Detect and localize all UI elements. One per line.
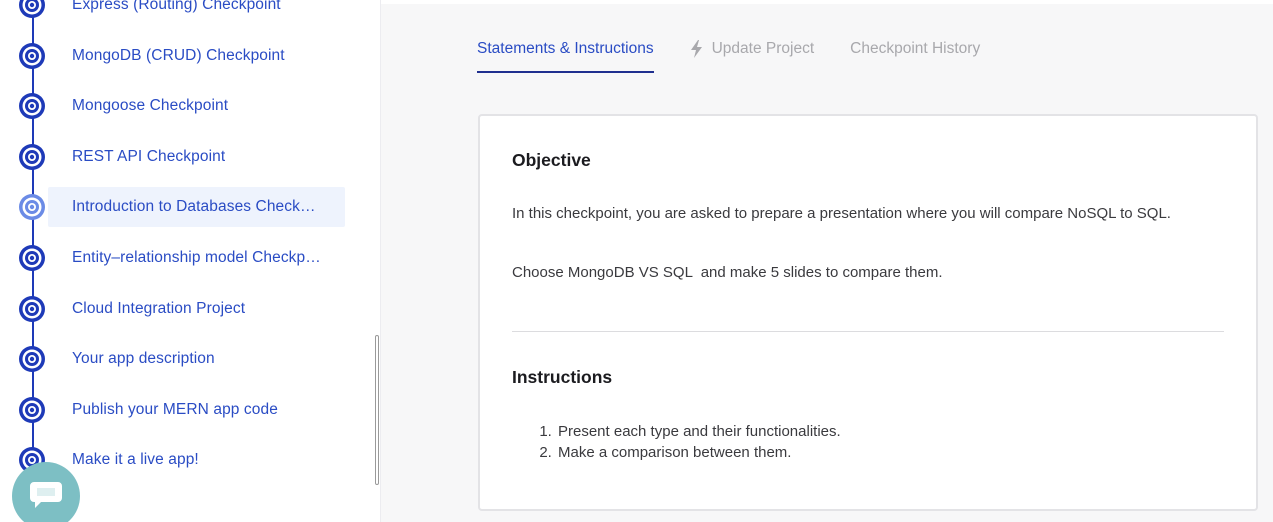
sidebar-checkpoint-item[interactable]: Cloud Integration Project xyxy=(0,289,345,329)
target-icon xyxy=(18,143,46,171)
target-icon xyxy=(18,92,46,120)
content-card: Objective In this checkpoint, you are as… xyxy=(478,114,1258,511)
checkpoint-label-container: Your app description xyxy=(48,339,345,379)
tab-label: Checkpoint History xyxy=(850,40,981,57)
checkpoint-label-container: Express (Routing) Checkpoint xyxy=(48,0,345,25)
checkpoint-sidebar: Express (Routing) Checkpoint MongoDB (CRU… xyxy=(0,0,381,522)
target-icon xyxy=(18,42,46,70)
tab-checkpoint-history[interactable]: Checkpoint History xyxy=(850,40,980,71)
sidebar-checkpoint-item[interactable]: MongoDB (CRUD) Checkpoint xyxy=(0,36,345,76)
sidebar-checkpoint-item[interactable]: Introduction to Databases Checkpoint xyxy=(0,187,345,228)
bolt-icon xyxy=(690,40,704,58)
app-page: Express (Routing) Checkpoint MongoDB (CRU… xyxy=(0,0,1273,522)
sidebar-checkpoint-item[interactable]: Mongoose Checkpoint xyxy=(0,86,345,126)
sidebar-checkpoint-item[interactable]: Your app description xyxy=(0,339,345,379)
section-divider xyxy=(512,331,1224,332)
chat-button[interactable] xyxy=(12,462,80,522)
tab-label: Statements & Instructions xyxy=(477,40,654,57)
checkpoint-label: REST API Checkpoint xyxy=(72,147,226,165)
checkpoint-label-container: REST API Checkpoint xyxy=(48,137,345,177)
checkpoint-label: Publish your MERN app code xyxy=(72,400,278,418)
top-strip xyxy=(381,0,1273,4)
checkpoint-label-container: MongoDB (CRUD) Checkpoint xyxy=(48,36,345,76)
target-icon xyxy=(18,0,46,19)
checkpoint-label-container: Make it a live app! xyxy=(48,440,345,480)
sidebar-checkpoint-item[interactable]: Entity–relationship model Checkpoint xyxy=(0,238,345,278)
checkpoint-label-container: Cloud Integration Project xyxy=(48,289,345,329)
checkpoint-label: Make it a live app! xyxy=(72,451,199,469)
objective-title: Objective xyxy=(512,150,591,170)
tab-statements-instructions[interactable]: Statements & Instructions xyxy=(477,40,654,73)
tab-bar: Statements & Instructions Update Project… xyxy=(477,40,1016,80)
instruction-item: Present each type and their functionalit… xyxy=(556,421,841,442)
instructions-list: Present each type and their functionalit… xyxy=(512,421,841,463)
sidebar-scrollbar[interactable] xyxy=(375,335,379,485)
target-icon xyxy=(18,193,46,221)
tab-update-project[interactable]: Update Project xyxy=(690,40,815,71)
target-icon xyxy=(18,295,46,323)
chat-bubble-icon xyxy=(27,477,65,516)
sidebar-checkpoint-item[interactable]: Publish your MERN app code xyxy=(0,390,345,430)
instruction-item: Make a comparison between them. xyxy=(556,442,841,463)
checkpoint-label-container: Publish your MERN app code xyxy=(48,390,345,430)
target-icon xyxy=(18,396,46,424)
checkpoint-label-container: Mongoose Checkpoint xyxy=(48,86,345,126)
checkpoint-label-container: Entity–relationship model Checkpoint xyxy=(48,238,345,278)
instructions-title: Instructions xyxy=(512,367,613,387)
checkpoint-label: Cloud Integration Project xyxy=(72,299,246,317)
checkpoint-label: Your app description xyxy=(72,350,215,368)
sidebar-checkpoint-item[interactable]: Express (Routing) Checkpoint xyxy=(0,0,345,25)
checkpoint-label: Express (Routing) Checkpoint xyxy=(72,0,281,13)
sidebar-checkpoint-item[interactable]: REST API Checkpoint xyxy=(0,137,345,177)
objective-paragraph: In this checkpoint, you are asked to pre… xyxy=(512,205,1171,222)
checkpoint-label: Mongoose Checkpoint xyxy=(72,97,229,115)
target-icon xyxy=(18,244,46,272)
checkpoint-label: Introduction to Databases Checkpoint xyxy=(72,198,322,216)
tab-label: Update Project xyxy=(711,40,815,57)
checkpoint-label: Entity–relationship model Checkpoint xyxy=(72,249,322,266)
checkpoint-label: MongoDB (CRUD) Checkpoint xyxy=(72,46,285,64)
objective-paragraph: Choose MongoDB VS SQL and make 5 slides … xyxy=(512,264,943,281)
checkpoint-label-container: Introduction to Databases Checkpoint xyxy=(48,187,345,228)
target-icon xyxy=(18,345,46,373)
